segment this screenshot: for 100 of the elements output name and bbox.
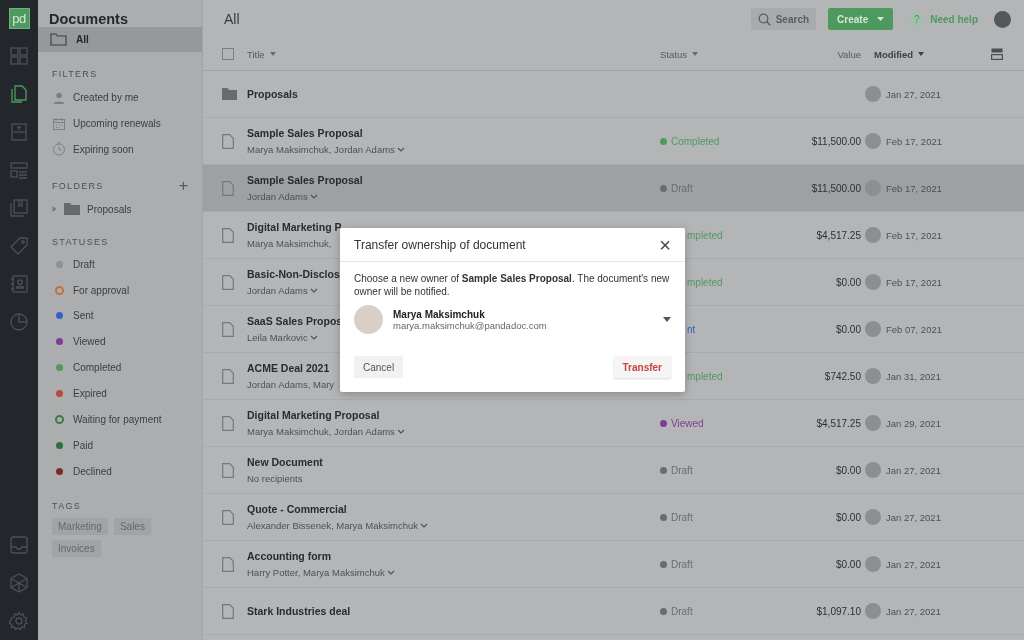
folder-item[interactable]: Proposals (38, 196, 202, 223)
filter-item[interactable]: Expiring soon (38, 136, 202, 163)
user-avatar (865, 274, 881, 290)
document-title[interactable]: Proposals (247, 88, 660, 100)
modified-date: Jan 27, 2021 (885, 558, 942, 570)
document-icon (222, 415, 234, 431)
document-title[interactable]: Stark Industries deal (247, 605, 660, 617)
document-title[interactable]: Quote - Commercial (247, 503, 660, 515)
add-folder-button[interactable]: + (178, 180, 188, 193)
document-title[interactable]: Sample Sales Proposal (247, 127, 660, 139)
table-row[interactable]: Stark Industries deal Draft $1,097.10 Jan 27, 2021 (203, 588, 1024, 635)
cancel-button[interactable]: Cancel (354, 356, 404, 378)
recipients-text: Jordan Adams (247, 191, 308, 202)
document-icon (222, 462, 234, 478)
select-all-checkbox[interactable] (222, 47, 234, 60)
chevron-down-icon[interactable] (396, 147, 405, 152)
status-filter-item[interactable]: Expired (38, 380, 202, 407)
recipients-text: Marya Maksimchuk, Jordan Adams (247, 426, 395, 437)
owner-email: marya.maksimchuk@pandadoc.com (393, 319, 547, 331)
nav-button[interactable] (8, 273, 30, 295)
status-label: Draft (671, 558, 693, 570)
nav-button[interactable] (8, 121, 30, 143)
nav-button[interactable] (8, 235, 30, 257)
document-title[interactable]: New Document (247, 456, 660, 468)
contacts-icon (9, 274, 29, 294)
chevron-down-icon[interactable] (386, 570, 395, 575)
nav-button[interactable] (8, 45, 30, 67)
status-filter-item[interactable]: Viewed (38, 328, 202, 355)
search-button[interactable]: Search (750, 8, 817, 30)
user-avatar (865, 368, 881, 384)
transfer-button[interactable]: Transfer (613, 356, 671, 378)
table-row[interactable]: Accounting form Harry Potter, Marya Maksimchuk Draft $0.00 Jan 27, 2021 (203, 541, 1024, 588)
view-toggle-icon[interactable] (991, 48, 1003, 60)
chevron-down-icon[interactable] (309, 288, 318, 293)
chevron-down-icon[interactable] (396, 429, 405, 434)
column-header[interactable]: Title (247, 48, 276, 60)
panel-title: Documents (48, 10, 129, 27)
table-row[interactable]: Quote - Commercial Alexander Bissenek, Marya Maksimchuk Draft $0.00 Jan 27, 2021 (203, 494, 1024, 541)
recipients-text: Marya Maksimchuk, (247, 238, 332, 249)
table-row[interactable]: New Document No recipients Draft $0.00 Jan 27, 2021 (203, 447, 1024, 494)
tag-icon (9, 236, 29, 256)
filter-item[interactable]: Upcoming renewals (38, 110, 202, 137)
status-label: mpleted (687, 370, 723, 382)
chevron-down-icon[interactable] (309, 194, 318, 199)
column-header[interactable]: Modified (874, 48, 925, 60)
modified-date: Jan 27, 2021 (885, 511, 942, 523)
create-button[interactable]: Create (828, 8, 894, 30)
document-icon (222, 603, 234, 619)
value-text: $1,097.10 (815, 605, 861, 617)
column-header[interactable]: Value (837, 48, 861, 60)
status-filter-item[interactable]: Completed (38, 354, 202, 381)
modified-date: Feb 17, 2021 (885, 182, 943, 194)
document-icon (222, 133, 234, 149)
nav-button[interactable] (8, 83, 30, 105)
nav-button[interactable] (8, 572, 30, 594)
section-heading: STATUSES (52, 237, 109, 248)
status-filter-item[interactable]: Sent (38, 302, 202, 329)
help-label: Need help (930, 13, 978, 25)
value-text: $4,517.25 (815, 229, 861, 241)
close-button[interactable]: × (659, 234, 671, 255)
calendar-icon (52, 116, 66, 131)
all-documents-item[interactable]: All (38, 27, 202, 52)
document-icon (222, 321, 234, 337)
user-avatar (865, 415, 881, 431)
status-filter-item[interactable]: Waiting for payment (38, 406, 202, 433)
value-text: $11,500.00 (810, 182, 861, 194)
owner-avatar (354, 305, 383, 334)
owner-dropdown[interactable]: Marya Maksimchuk marya.maksimchuk@pandadoc.com (354, 305, 671, 334)
user-avatar (865, 227, 881, 243)
document-icon (222, 274, 234, 290)
status-filter-item[interactable]: Declined (38, 458, 202, 485)
table-row[interactable]: Digital Marketing Proposal Marya Maksimchuk, Jordan Adams Viewed $4,517.25 Jan 29, 2021 (203, 400, 1024, 447)
nav-button[interactable] (8, 534, 30, 556)
nav-button[interactable] (8, 197, 30, 219)
folder-icon (222, 88, 237, 100)
recipients-text: No recipients (247, 473, 303, 484)
chevron-down-icon[interactable] (309, 335, 318, 340)
status-filter-item[interactable]: Paid (38, 432, 202, 459)
table-row[interactable]: Proposals Jan 27, 2021 (203, 71, 1024, 118)
clock-icon (52, 142, 66, 157)
user-avatar (865, 86, 881, 102)
user-avatar[interactable] (994, 10, 1011, 28)
layout-icon (9, 160, 29, 180)
logo[interactable]: pd (8, 8, 30, 29)
status-filter-item[interactable]: Draft (38, 251, 202, 278)
filter-item[interactable]: Created by me (38, 85, 202, 111)
nav-button[interactable] (8, 610, 30, 632)
column-header[interactable]: Status (660, 48, 698, 60)
chevron-down-icon[interactable] (420, 523, 429, 528)
document-title[interactable]: Accounting form (247, 550, 660, 562)
document-title[interactable]: Digital Marketing Proposal (247, 409, 660, 421)
modified-date: Jan 27, 2021 (885, 88, 942, 100)
value-text: $0.00 (834, 558, 861, 570)
document-title[interactable]: Sample Sales Proposal (247, 174, 660, 186)
nav-button[interactable] (8, 159, 30, 181)
status-filter-item[interactable]: For approval (38, 277, 202, 303)
modified-date: Jan 27, 2021 (885, 464, 942, 476)
library-icon (9, 198, 29, 218)
recipients-text: Jordan Adams, Mary (247, 379, 335, 390)
nav-button[interactable] (8, 311, 30, 333)
